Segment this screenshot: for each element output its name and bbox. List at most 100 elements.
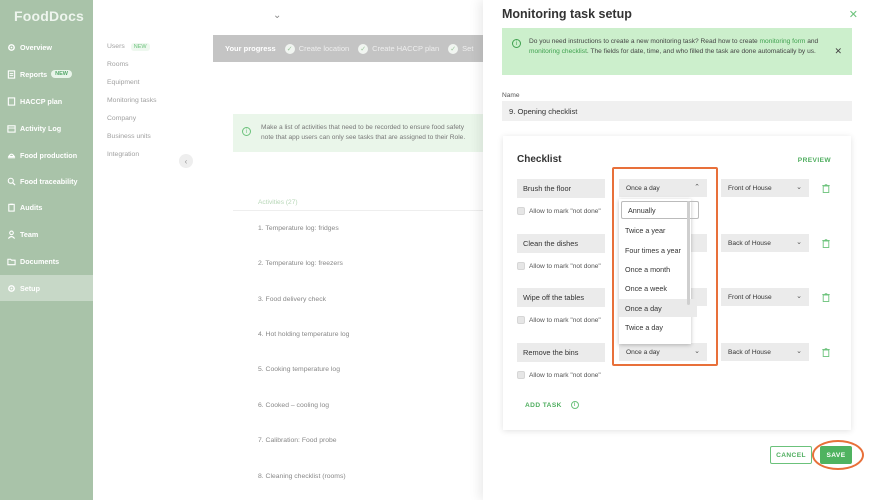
trash-icon[interactable] — [821, 292, 830, 302]
not-done-label: Allow to mark "not done" — [529, 371, 601, 379]
list-item[interactable]: 6. Cooked – cooling log — [258, 402, 329, 409]
folder-icon — [7, 257, 16, 266]
report-icon — [7, 69, 16, 79]
role-select[interactable]: Front of House ⌄ — [721, 288, 809, 306]
subnav-item-equipment[interactable]: Equipment — [107, 79, 140, 86]
info-icon: i — [512, 39, 521, 48]
progress-step[interactable]: ✓ Create HACCP plan — [358, 43, 440, 54]
sidebar-item-label: Activity Log — [20, 123, 62, 133]
info-icon[interactable]: i — [570, 401, 579, 409]
drawer-title: Monitoring task setup — [502, 7, 632, 21]
progress-step[interactable]: ✓ Set — [448, 43, 473, 54]
list-item[interactable]: 5. Cooking temperature log — [258, 366, 340, 373]
not-done-label: Allow to mark "not done" — [529, 262, 601, 270]
new-badge: NEW — [130, 43, 150, 51]
add-task-label: ADD TASK — [525, 401, 562, 409]
chevron-down-icon: ⌄ — [796, 293, 802, 300]
subnav-item-rooms[interactable]: Rooms — [107, 61, 129, 68]
food-icon — [7, 151, 16, 160]
task-name-input[interactable] — [517, 288, 605, 307]
subnav-item-users[interactable]: Users NEW — [107, 43, 150, 51]
close-icon[interactable]: ✕ — [849, 8, 858, 21]
close-notice-icon[interactable]: ✕ — [834, 46, 842, 56]
not-done-option[interactable]: Allow to mark "not done" — [517, 207, 601, 215]
not-done-checkbox[interactable] — [517, 371, 525, 379]
trash-icon[interactable] — [821, 238, 830, 248]
task-name-input[interactable] — [517, 179, 605, 198]
save-button[interactable]: SAVE — [820, 446, 852, 464]
sidebar-item-label: Setup — [20, 283, 40, 293]
check-icon: ✓ — [284, 43, 295, 54]
list-item[interactable]: 7. Calibration: Food probe — [258, 437, 337, 444]
sidebar-item-activity-log[interactable]: Activity Log — [0, 115, 93, 141]
calendar-icon — [7, 124, 16, 133]
chevron-down-icon: ⌄ — [796, 239, 802, 246]
name-field[interactable] — [502, 101, 852, 121]
sidebar-item-label: HACCP plan — [20, 96, 63, 106]
subnav-item-business-units[interactable]: Business units — [107, 133, 151, 140]
trash-icon[interactable] — [821, 347, 830, 357]
info-text-line: note that app users can only see tasks t… — [261, 134, 466, 141]
subnav-item-label: Users — [107, 43, 125, 50]
setup-subnav: Users NEW Rooms Equipment Monitoring task… — [93, 0, 213, 500]
sidebar-item-reports[interactable]: Reports NEW — [0, 61, 93, 87]
chevron-down-icon[interactable]: ⌄ — [273, 10, 281, 21]
sidebar-item-label: Food production — [20, 150, 78, 160]
document-icon — [7, 96, 16, 106]
sidebar-item-team[interactable]: Team — [0, 221, 93, 247]
person-icon — [7, 230, 16, 239]
role-select[interactable]: Back of House ⌄ — [721, 234, 809, 252]
subnav-item-integration[interactable]: Integration — [107, 151, 139, 158]
list-item[interactable]: 2. Temperature log: freezers — [258, 260, 343, 267]
cancel-button[interactable]: CANCEL — [770, 446, 812, 464]
sidebar-item-food-production[interactable]: Food production — [0, 142, 93, 168]
subnav-item-company[interactable]: Company — [107, 115, 136, 122]
check-icon: ✓ — [358, 43, 369, 54]
sidebar-item-audits[interactable]: Audits — [0, 194, 93, 220]
monitoring-form-link[interactable]: monitoring form — [760, 38, 806, 45]
checklist-title: Checklist — [517, 154, 562, 165]
subnav-item-monitoring-tasks[interactable]: Monitoring tasks — [107, 97, 157, 104]
not-done-checkbox[interactable] — [517, 316, 525, 324]
highlight-frequency-dropdown — [612, 167, 718, 366]
sidebar-item-food-traceability[interactable]: Food traceability — [0, 168, 93, 194]
search-icon — [7, 177, 16, 186]
info-text-line: Make a list of activities that need to b… — [261, 124, 465, 131]
sidebar-item-label: Reports — [20, 69, 48, 79]
sidebar-item-overview[interactable]: Overview — [0, 34, 93, 60]
sidebar: FoodDocs Overview Reports NEW HACCP plan… — [0, 0, 93, 500]
progress-bar: Your progress ✓ Create location ✓ Create H… — [213, 35, 493, 62]
progress-step-label: Create HACCP plan — [372, 44, 440, 53]
divider — [233, 210, 493, 211]
not-done-option[interactable]: Allow to mark "not done" — [517, 371, 601, 379]
activities-header: Activities (27) — [258, 199, 298, 206]
not-done-checkbox[interactable] — [517, 207, 525, 215]
task-name-input[interactable] — [517, 234, 605, 253]
list-item[interactable]: 4. Hot holding temperature log — [258, 331, 349, 338]
sidebar-item-haccp-plan[interactable]: HACCP plan — [0, 88, 93, 114]
sidebar-item-setup[interactable]: Setup — [0, 275, 93, 301]
not-done-option[interactable]: Allow to mark "not done" — [517, 262, 601, 270]
role-select[interactable]: Back of House ⌄ — [721, 343, 809, 361]
list-item[interactable]: 8. Cleaning checklist (rooms) — [258, 473, 346, 480]
sidebar-item-label: Food traceability — [20, 176, 78, 186]
sidebar-item-label: Team — [20, 229, 39, 239]
gear-icon — [7, 284, 16, 293]
not-done-checkbox[interactable] — [517, 262, 525, 270]
collapse-sidebar-button[interactable]: ‹ — [179, 154, 193, 168]
not-done-label: Allow to mark "not done" — [529, 316, 601, 324]
not-done-option[interactable]: Allow to mark "not done" — [517, 316, 601, 324]
role-select[interactable]: Front of House ⌄ — [721, 179, 809, 197]
add-task-button[interactable]: ADD TASK i — [525, 401, 579, 409]
preview-button[interactable]: PREVIEW — [798, 157, 831, 164]
notice-text: Do you need instructions to create a new… — [529, 38, 760, 45]
progress-step[interactable]: ✓ Create location — [284, 43, 349, 54]
notice-text: and — [807, 38, 819, 45]
list-item[interactable]: 3. Food delivery check — [258, 296, 326, 303]
task-name-input[interactable] — [517, 343, 605, 362]
trash-icon[interactable] — [821, 183, 830, 193]
list-item[interactable]: 1. Temperature log: fridges — [258, 225, 339, 232]
role-value: Back of House — [728, 348, 771, 356]
sidebar-item-documents[interactable]: Documents — [0, 248, 93, 274]
monitoring-checklist-link[interactable]: monitoring checklist — [529, 48, 587, 55]
